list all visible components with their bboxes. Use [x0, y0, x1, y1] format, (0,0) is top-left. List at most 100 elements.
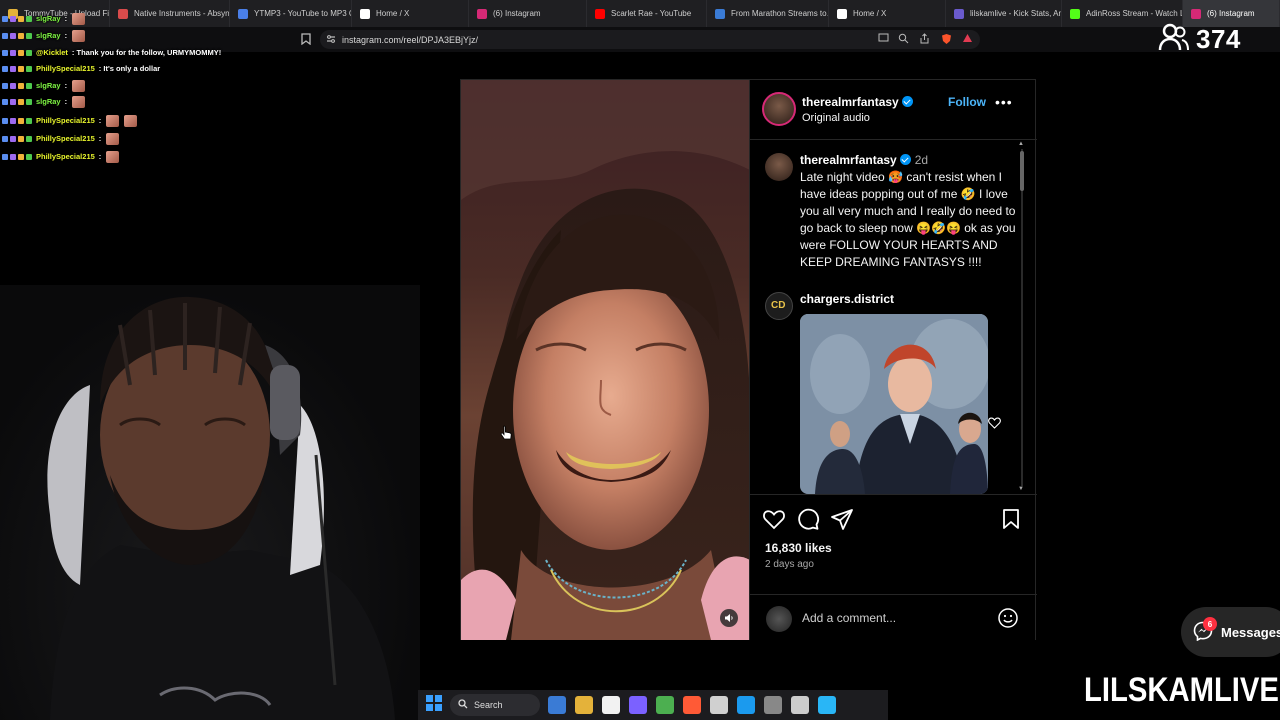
taskbar-app-icon[interactable] [818, 696, 836, 714]
chat-badge-icon [18, 153, 24, 160]
chat-badge-icon [2, 15, 8, 22]
browser-tab-label: (6) Instagram [1207, 9, 1255, 18]
comments-scrollbar[interactable]: ▲ ▼ [1018, 141, 1026, 494]
browser-tab-label: YTMP3 - YouTube to MP3 Converter [254, 9, 351, 18]
article-icon [715, 8, 725, 19]
viewer-avatar [766, 606, 792, 632]
chat-username[interactable]: @Kicklet [36, 48, 68, 57]
screen-icon[interactable] [877, 33, 889, 45]
browser-tab[interactable]: Scarlet Rae - YouTube [587, 0, 707, 27]
instagram-reel-modal: therealmrfantasy Original audio Follow •… [460, 79, 1037, 640]
messages-label: Messages [1221, 624, 1280, 640]
chat-username[interactable]: slgRay [36, 14, 61, 23]
streamer-webcam [0, 285, 420, 720]
commenter-username[interactable]: chargers.district [800, 292, 894, 306]
chat-emote-icon [106, 132, 120, 145]
caption-time: 2d [914, 153, 929, 167]
reel-video[interactable] [461, 80, 749, 640]
brave-shield-icon[interactable] [940, 33, 952, 45]
site-info-icon[interactable] [326, 34, 336, 46]
browser-tab-bar: TommyTube - Upload Files Native Instrumen… [0, 0, 1280, 27]
post-age: 2 days ago [765, 559, 814, 570]
chat-badge-icon [10, 65, 16, 72]
chat-emote-icon [106, 150, 120, 163]
taskbar-app-icon[interactable] [737, 696, 755, 714]
chat-username[interactable]: slgRay [36, 31, 61, 40]
emoji-icon[interactable] [997, 607, 1019, 629]
audio-label[interactable]: Original audio [802, 112, 870, 124]
comment-icon[interactable] [796, 507, 822, 533]
taskbar-app-icon[interactable] [710, 696, 728, 714]
scroll-down-icon[interactable]: ▼ [1018, 486, 1024, 492]
scroll-thumb[interactable] [1020, 151, 1024, 191]
comment-gif[interactable] [800, 314, 988, 494]
browser-tab[interactable]: YTMP3 - YouTube to MP3 Converter [230, 0, 352, 27]
follow-button[interactable]: Follow [948, 95, 986, 109]
taskbar-search-label: Search [474, 700, 503, 710]
chat-badge-icon [18, 32, 24, 39]
rewards-icon[interactable] [961, 33, 973, 45]
webcam-frame [47, 296, 395, 720]
url-text: instagram.com/reel/DPJA3EBjYjz/ [342, 34, 479, 45]
comment-like-icon[interactable] [988, 417, 1001, 432]
chat-badge-icon [2, 32, 8, 39]
chat-text: : [98, 152, 102, 161]
taskbar-app-icon[interactable] [764, 696, 782, 714]
browser-tab[interactable]: Home / X [352, 0, 469, 27]
chat-message: PhillySpecial215: [2, 114, 138, 127]
windows-start-icon[interactable] [426, 694, 442, 716]
scroll-up-icon[interactable]: ▲ [1018, 141, 1024, 147]
taskbar-app-icon[interactable] [629, 696, 647, 714]
messages-button[interactable]: 6 Messages [1181, 607, 1280, 657]
chat-username[interactable]: slgRay [36, 97, 61, 106]
chat-username[interactable]: PhillySpecial215 [36, 134, 95, 143]
chat-username[interactable]: PhillySpecial215 [36, 64, 95, 73]
chat-text: : [64, 14, 68, 23]
mute-toggle-icon[interactable] [720, 609, 738, 627]
viewer-count: 374 [1196, 23, 1241, 54]
author-username[interactable]: therealmrfantasy [802, 95, 899, 109]
author-username-row[interactable]: therealmrfantasy [802, 95, 913, 109]
browser-tab[interactable]: (6) Instagram [469, 0, 587, 27]
more-options-icon[interactable]: ••• [995, 94, 1013, 110]
save-bookmark-icon[interactable] [999, 507, 1025, 533]
chat-message: slgRay: [2, 95, 86, 108]
verified-badge-icon [901, 96, 913, 107]
taskbar-app-icon[interactable] [683, 696, 701, 714]
comment-input[interactable] [802, 608, 982, 628]
browser-tab[interactable]: Home / X [829, 0, 946, 27]
chat-badge-icon [26, 15, 32, 22]
chat-username[interactable]: slgRay [36, 81, 61, 90]
chat-username[interactable]: PhillySpecial215 [36, 116, 95, 125]
zoom-icon[interactable] [897, 33, 909, 45]
instagram-icon [477, 8, 487, 19]
taskbar-app-icon[interactable] [575, 696, 593, 714]
chat-badge-icon [2, 153, 8, 160]
likes-count[interactable]: 16,830 likes [765, 541, 832, 555]
comments-scroll-area[interactable]: therealmrfantasy 2d Late night video 🥵 ca… [750, 141, 1037, 494]
bookmark-icon[interactable] [300, 33, 312, 46]
caption-username[interactable]: therealmrfantasy [800, 153, 897, 167]
like-icon[interactable] [762, 507, 788, 533]
download-icon [238, 8, 248, 19]
chat-username[interactable]: PhillySpecial215 [36, 152, 95, 161]
author-avatar[interactable] [762, 92, 796, 126]
chat-badge-icon [10, 153, 16, 160]
browser-tab[interactable]: lilskamlive - Kick Stats, Analytics [946, 0, 1062, 27]
taskbar-app-icon[interactable] [791, 696, 809, 714]
caption-avatar[interactable] [765, 153, 793, 181]
share-icon[interactable] [918, 33, 930, 45]
viewers-icon [1158, 23, 1190, 56]
chat-text: : It's only a dollar [98, 64, 161, 73]
commenter-avatar[interactable]: CD [765, 292, 793, 320]
post-actions: 16,830 likes 2 days ago [750, 494, 1037, 594]
browser-tab[interactable]: From Marathon Streams to… [707, 0, 829, 27]
post-header: therealmrfantasy Original audio Follow •… [750, 80, 1037, 140]
browser-tab[interactable]: Native Instruments - Absynth [110, 0, 230, 27]
taskbar-search[interactable]: Search [450, 694, 540, 716]
chat-message: @Kicklet: Thank you for the follow, URMY… [2, 46, 221, 59]
taskbar-app-icon[interactable] [656, 696, 674, 714]
share-send-icon[interactable] [830, 507, 856, 533]
taskbar-app-icon[interactable] [548, 696, 566, 714]
taskbar-app-icon[interactable] [602, 696, 620, 714]
